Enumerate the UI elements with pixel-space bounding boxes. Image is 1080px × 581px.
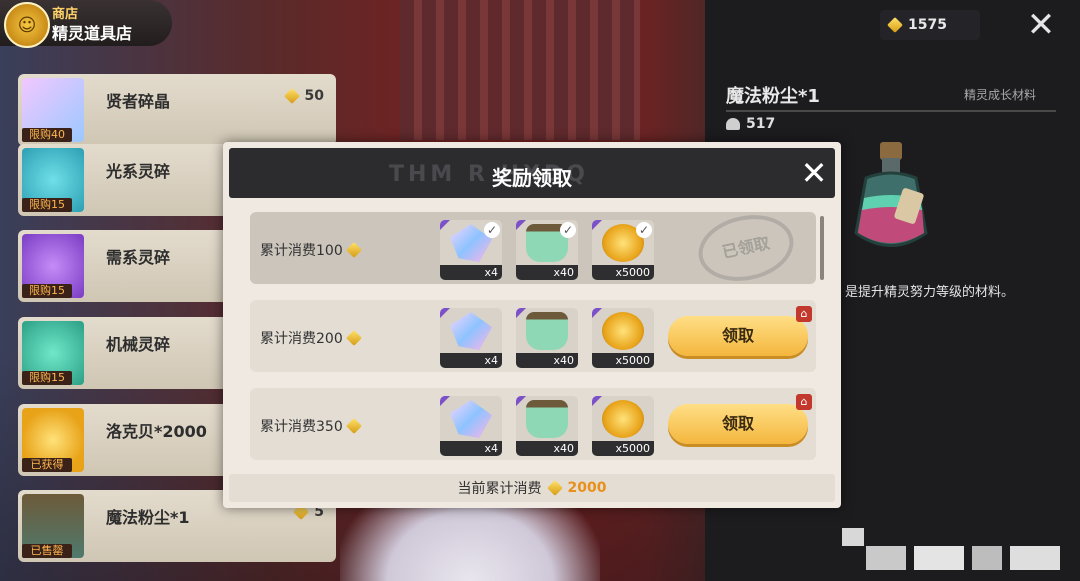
rarity-corner — [440, 220, 450, 230]
shop-item-name: 需系灵碎 — [106, 248, 171, 267]
gem-icon — [345, 242, 362, 258]
modal-footer: 当前累计消费 2000 — [229, 474, 835, 502]
reward-item-crystal[interactable]: x4 — [440, 396, 502, 456]
rarity-corner — [592, 308, 602, 318]
reward-item-qty: x4 — [440, 265, 502, 280]
shop-item[interactable]: 限购40 贤者碎晶 50 — [18, 74, 336, 146]
modal-scrollbar[interactable] — [820, 216, 824, 280]
shop-item-tag: 已获得 — [22, 458, 72, 472]
blur-patch — [914, 546, 964, 570]
reward-item-qty: x40 — [516, 353, 578, 368]
reward-row-label: 累计消费200 — [260, 328, 362, 348]
shop-header: ☺ 商店 精灵道具店 — [0, 0, 172, 48]
reward-item-qty: x4 — [440, 353, 502, 368]
rarity-corner — [516, 220, 526, 230]
shop-item-name: 机械灵碎 — [106, 335, 171, 354]
detail-item-name: 魔法粉尘*1 — [726, 86, 820, 107]
rarity-corner — [516, 396, 526, 406]
shop-item-tag: 已售罄 — [22, 544, 72, 558]
modal-header: THM R HXDQ 奖励领取 ✕ — [229, 148, 835, 198]
reward-item-coin[interactable]: x5000 ✓ — [592, 220, 654, 280]
detail-divider — [726, 110, 1056, 112]
reward-item-qty: x5000 — [592, 265, 654, 280]
reward-item-bottle[interactable]: x40 — [516, 308, 578, 368]
gift-badge-icon: ⌂ — [796, 306, 812, 322]
claim-button[interactable]: 领取 — [668, 316, 808, 356]
shop-item-tag: 限购15 — [22, 284, 72, 298]
reward-row: 累计消费350 x4 x40 x5000 领取 ⌂ — [250, 388, 816, 460]
claimed-stamp: 已领取 — [692, 206, 800, 290]
reward-row-label: 累计消费100 — [260, 240, 362, 260]
reward-item-bottle[interactable]: x40 ✓ — [516, 220, 578, 280]
currency-value: 1575 — [908, 17, 947, 33]
shop-logo-icon: ☺ — [4, 2, 50, 48]
blur-patch — [972, 546, 1002, 570]
coin-icon — [602, 312, 644, 350]
rarity-corner — [440, 308, 450, 318]
shop-item-price: 50 — [283, 88, 324, 104]
rarity-corner — [592, 396, 602, 406]
shop-item-tag: 限购15 — [22, 198, 72, 212]
reward-row: 累计消费200 x4 x40 x5000 领取 ⌂ — [250, 300, 816, 372]
shop-item-tag: 限购15 — [22, 371, 72, 385]
owned-icon — [726, 118, 740, 130]
coin-icon — [602, 400, 644, 438]
check-icon: ✓ — [484, 222, 500, 238]
shop-item-name: 光系灵碎 — [106, 162, 171, 181]
footer-value: 2000 — [567, 480, 607, 496]
currency-display: 1575 — [880, 10, 980, 40]
blur-patch — [1010, 546, 1060, 570]
reward-row-label-text: 累计消费350 — [260, 419, 343, 435]
rarity-corner — [516, 308, 526, 318]
shop-title: 精灵道具店 — [52, 24, 133, 43]
footer-label: 当前累计消费 — [457, 481, 542, 497]
shop-item-tag: 限购40 — [22, 128, 72, 142]
reward-item-qty: x5000 — [592, 353, 654, 368]
shop-item-name: 贤者碎晶 — [106, 92, 171, 111]
blur-patch — [842, 528, 864, 546]
check-icon: ✓ — [560, 222, 576, 238]
crystal-icon — [450, 312, 492, 350]
gem-icon — [887, 17, 903, 33]
reward-row-label-text: 累计消费200 — [260, 331, 343, 347]
shop-item-name: 魔法粉尘*1 — [106, 508, 190, 527]
reward-item-qty: x40 — [516, 441, 578, 456]
gift-badge-icon: ⌂ — [796, 394, 812, 410]
shop-item-name: 洛克贝*2000 — [106, 422, 207, 441]
detail-owned-count: 517 — [726, 116, 775, 132]
crystal-icon — [450, 400, 492, 438]
price-value: 50 — [304, 88, 324, 104]
gem-icon — [345, 330, 362, 346]
reward-item-qty: x40 — [516, 265, 578, 280]
reward-row-label-text: 累计消费100 — [260, 243, 343, 259]
reward-modal: THM R HXDQ 奖励领取 ✕ 累计消费100 x4 ✓ x40 ✓ x5000 ✓ 已领… — [223, 142, 841, 508]
reward-item-qty: x5000 — [592, 441, 654, 456]
reward-item-coin[interactable]: x5000 — [592, 396, 654, 456]
reward-item-crystal[interactable]: x4 — [440, 308, 502, 368]
detail-item-category: 精灵成长材料 — [964, 88, 1037, 102]
blur-patch — [866, 546, 906, 570]
check-icon: ✓ — [636, 222, 652, 238]
gem-icon — [546, 480, 563, 496]
reward-item-qty: x4 — [440, 441, 502, 456]
reward-item-bottle[interactable]: x40 — [516, 396, 578, 456]
detail-description: 是提升精灵努力等级的材料。 — [845, 285, 1015, 300]
gem-icon — [283, 88, 300, 104]
owned-value: 517 — [746, 116, 776, 132]
rarity-corner — [440, 396, 450, 406]
gem-icon — [345, 418, 362, 434]
close-shop-button[interactable]: ✕ — [1024, 8, 1058, 42]
claim-button[interactable]: 领取 — [668, 404, 808, 444]
bottle-icon — [526, 312, 568, 350]
reward-item-coin[interactable]: x5000 — [592, 308, 654, 368]
background-pillar — [400, 0, 640, 140]
rarity-corner — [592, 220, 602, 230]
modal-title: 奖励领取 — [492, 166, 572, 190]
reward-item-crystal[interactable]: x4 ✓ — [440, 220, 502, 280]
reward-row: 累计消费100 x4 ✓ x40 ✓ x5000 ✓ 已领取 — [250, 206, 816, 290]
bottle-icon — [526, 400, 568, 438]
reward-row-label: 累计消费350 — [260, 416, 362, 436]
modal-close-button[interactable]: ✕ — [797, 156, 831, 190]
dust-bottle-icon — [854, 142, 928, 247]
